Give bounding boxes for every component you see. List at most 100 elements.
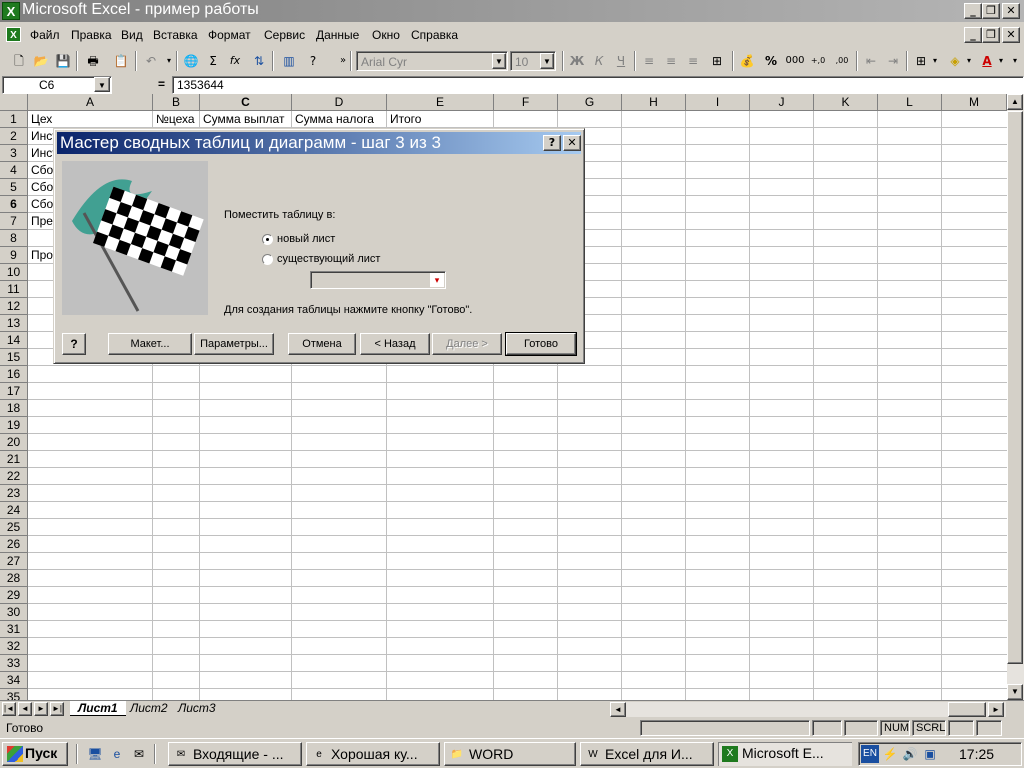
menu-data[interactable]: Данные [316,28,359,42]
row-header[interactable]: 19 [0,417,28,434]
hyperlink-icon[interactable]: 🌐 [182,53,200,69]
dialog-help-button[interactable]: ? [543,135,561,151]
formula-input[interactable]: 1353644 [172,76,1024,94]
row-header[interactable]: 8 [0,230,28,247]
column-header[interactable]: L [878,94,942,111]
fill-color-dropdown-icon[interactable]: ▾ [964,53,974,69]
cell-d1[interactable]: Сумма налога [293,111,386,127]
row-header[interactable]: 26 [0,536,28,553]
font-color-dropdown-icon[interactable]: ▾ [996,53,1006,69]
align-right-icon[interactable]: ≡ [684,53,702,69]
underline-button[interactable]: Ч [612,53,630,69]
row-header[interactable]: 15 [0,349,28,366]
ie-icon[interactable]: e [108,745,126,763]
minimize-button[interactable]: _ [964,3,982,19]
row-header[interactable]: 27 [0,553,28,570]
tray-app-icon[interactable]: ▣ [921,745,939,763]
network-icon[interactable]: ⚡ [881,745,899,763]
menu-edit[interactable]: Правка [71,28,112,42]
row-header[interactable]: 28 [0,570,28,587]
row-header[interactable]: 5 [0,179,28,196]
new-icon[interactable]: 🗋 [10,53,28,69]
chevron-down-icon[interactable]: ▼ [540,53,554,69]
cancel-button[interactable]: Отмена [288,333,356,355]
column-header[interactable]: J [750,94,814,111]
scroll-up-icon[interactable]: ▲ [1007,94,1023,110]
menu-file[interactable]: Файл [30,28,60,42]
italic-button[interactable]: К [590,53,608,69]
row-header[interactable]: 11 [0,281,28,298]
paste-icon[interactable]: 📋 [112,53,130,69]
thousands-button[interactable]: 000 [784,53,806,69]
menu-format[interactable]: Формат [208,28,251,42]
column-header[interactable]: I [686,94,750,111]
chevron-down-icon[interactable]: ▼ [94,77,110,92]
radio-button[interactable] [262,253,273,265]
column-header[interactable]: A [28,94,153,111]
row-header[interactable]: 2 [0,128,28,145]
show-desktop-icon[interactable]: 🖥 [86,745,104,763]
row-header[interactable]: 9 [0,247,28,264]
chevron-down-icon[interactable]: ▼ [492,53,506,69]
language-indicator[interactable]: EN [861,745,879,763]
sort-ascending-icon[interactable]: ⇅ [250,53,268,69]
cell-a1[interactable]: Цех [29,111,151,127]
increase-indent-icon[interactable]: ⇥ [884,53,902,69]
radio-new-sheet[interactable]: новый лист [262,233,335,245]
row-header[interactable]: 14 [0,332,28,349]
collapse-dialog-icon[interactable]: ▾ [430,273,444,287]
back-button[interactable]: < Назад [360,333,430,355]
start-button[interactable]: Пуск [2,742,68,766]
row-header[interactable]: 7 [0,213,28,230]
font-name-select[interactable]: Arial Cyr ▼ [356,51,508,71]
vertical-scrollbar[interactable]: ▲ ▼ [1007,94,1024,702]
row-header[interactable]: 13 [0,315,28,332]
menu-window[interactable]: Окно [372,28,400,42]
task-word-doc[interactable]: e Хорошая ку... [306,742,440,766]
column-header[interactable]: M [942,94,1007,111]
dialog-title-bar[interactable]: Мастер сводных таблиц и диаграмм - шаг 3… [57,132,581,154]
workbook-icon[interactable]: X [6,27,21,42]
print-icon[interactable]: 🖶 [84,53,102,69]
row-header[interactable]: 24 [0,502,28,519]
doc-minimize-button[interactable]: _ [964,27,982,43]
scroll-thumb[interactable] [948,702,986,717]
column-header[interactable]: D [292,94,387,111]
row-header[interactable]: 12 [0,298,28,315]
formula-equals[interactable]: = [158,77,165,91]
menu-help[interactable]: Справка [411,28,458,42]
row-header[interactable]: 32 [0,638,28,655]
row-header[interactable]: 6 [0,196,28,213]
cell-b1[interactable]: №цеха [154,111,199,127]
doc-restore-button[interactable]: ❐ [982,27,1000,43]
doc-close-button[interactable]: ✕ [1002,27,1020,43]
save-icon[interactable]: 💾 [54,53,72,69]
scroll-right-icon[interactable]: ► [988,702,1004,717]
tab-list3[interactable]: Лист3 [170,701,224,716]
row-header[interactable]: 21 [0,451,28,468]
tab-list2[interactable]: Лист2 [122,701,176,716]
row-header[interactable]: 10 [0,264,28,281]
next-sheet-icon[interactable]: ► [34,702,48,716]
volume-icon[interactable]: 🔊 [901,745,919,763]
prev-sheet-icon[interactable]: ◄ [18,702,32,716]
row-header[interactable]: 18 [0,400,28,417]
decrease-decimal-button[interactable]: ,00 [832,53,852,69]
toolbar-options-icon[interactable]: ▾ [1010,53,1020,69]
currency-icon[interactable]: 💰 [738,53,756,69]
column-header[interactable]: K [814,94,878,111]
align-left-icon[interactable]: ≡ [640,53,658,69]
column-header[interactable]: H [622,94,686,111]
help-icon[interactable]: ? [304,53,322,69]
menu-tools[interactable]: Сервис [264,28,305,42]
percent-button[interactable]: % [762,53,780,69]
column-header[interactable]: G [558,94,622,111]
borders-icon[interactable]: ⊞ [912,53,930,69]
horizontal-scrollbar[interactable]: ◄ ► [610,702,1006,717]
scroll-down-icon[interactable]: ▼ [1007,684,1023,700]
menu-insert[interactable]: Вставка [153,28,198,42]
row-header[interactable]: 23 [0,485,28,502]
row-header[interactable]: 31 [0,621,28,638]
open-icon[interactable]: 📂 [32,53,50,69]
cell-c1[interactable]: Сумма выплат [201,111,291,127]
